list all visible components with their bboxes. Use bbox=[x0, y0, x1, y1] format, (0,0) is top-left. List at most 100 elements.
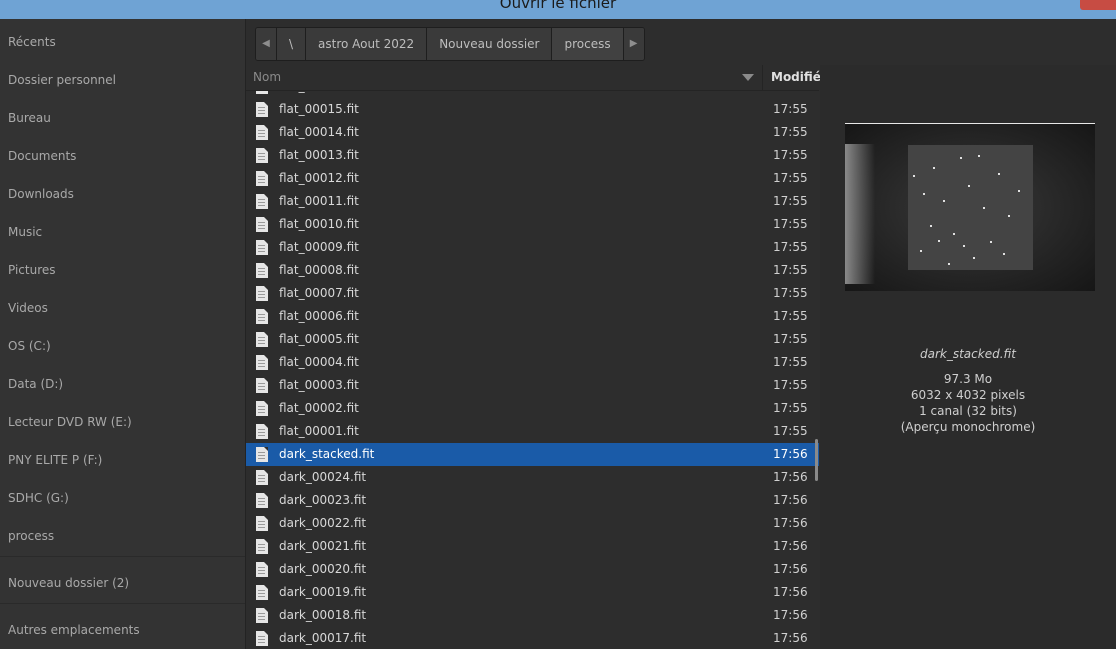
sidebar-item-documents[interactable]: Documents bbox=[8, 146, 76, 166]
sidebar-item-data-d[interactable]: Data (D:) bbox=[8, 374, 63, 394]
file-row[interactable]: flat_00004.fit 17:55 bbox=[246, 351, 819, 374]
file-icon bbox=[256, 102, 268, 117]
file-row[interactable]: dark_00022.fit 17:56 bbox=[246, 512, 819, 535]
sidebar-separator bbox=[0, 556, 245, 557]
file-modified-time: 17:56 bbox=[773, 493, 808, 507]
file-row[interactable]: flat_00012.fit 17:55 bbox=[246, 167, 819, 190]
file-name: dark_00018.fit bbox=[279, 608, 367, 622]
file-modified-time: 17:55 bbox=[773, 286, 808, 300]
file-row[interactable]: flat_00007.fit 17:55 bbox=[246, 282, 819, 305]
file-modified-time: 17:55 bbox=[773, 401, 808, 415]
file-name: flat_00007.fit bbox=[279, 286, 359, 300]
file-modified-time: 17:55 bbox=[773, 91, 808, 98]
preview-dimensions: 6032 x 4032 pixels bbox=[910, 388, 1026, 402]
file-row[interactable]: dark_00020.fit 17:56 bbox=[246, 558, 819, 581]
sidebar-item-os-c[interactable]: OS (C:) bbox=[8, 336, 51, 356]
sort-descending-icon bbox=[742, 74, 754, 81]
sidebar-item-process[interactable]: process bbox=[8, 526, 54, 546]
file-row[interactable]: dark_stacked.fit 17:56 bbox=[246, 443, 819, 466]
file-row[interactable]: flat_00009.fit 17:55 bbox=[246, 236, 819, 259]
file-name: dark_stacked.fit bbox=[279, 447, 375, 461]
file-row[interactable]: flat_00013.fit 17:55 bbox=[246, 144, 819, 167]
file-icon bbox=[256, 401, 268, 416]
file-modified-time: 17:55 bbox=[773, 424, 808, 438]
file-row[interactable]: flat_00003.fit 17:55 bbox=[246, 374, 819, 397]
file-browser: ◀ \ astro Aout 2022 Nouveau dossier proc… bbox=[246, 19, 1116, 649]
file-row[interactable]: flat_00002.fit 17:55 bbox=[246, 397, 819, 420]
preview-thumbnail bbox=[845, 123, 1095, 291]
file-list: flat_00016.fit17:55flat_00015.fit17:55fl… bbox=[246, 91, 819, 649]
title-bar: Ouvrir le fichier bbox=[0, 0, 1116, 19]
file-row[interactable]: flat_00001.fit 17:55 bbox=[246, 420, 819, 443]
path-root-button[interactable]: \ bbox=[277, 28, 307, 60]
file-row[interactable]: dark_00019.fit 17:56 bbox=[246, 581, 819, 604]
close-button[interactable] bbox=[1080, 0, 1116, 10]
file-icon bbox=[256, 332, 268, 347]
chevron-left-icon: ◀ bbox=[262, 38, 270, 49]
file-icon bbox=[256, 424, 268, 439]
file-icon bbox=[256, 516, 268, 531]
file-name: dark_00023.fit bbox=[279, 493, 367, 507]
sidebar-item-sdhc-g[interactable]: SDHC (G:) bbox=[8, 488, 69, 508]
file-modified-time: 17:55 bbox=[773, 378, 808, 392]
sidebar-item-nouveau-dossier-2[interactable]: Nouveau dossier (2) bbox=[8, 573, 129, 593]
file-row[interactable]: dark_00018.fit 17:56 bbox=[246, 604, 819, 627]
file-row[interactable]: flat_00005.fit 17:55 bbox=[246, 328, 819, 351]
file-icon bbox=[256, 585, 268, 600]
path-segment-astro[interactable]: astro Aout 2022 bbox=[306, 28, 428, 60]
file-modified-time: 17:56 bbox=[773, 585, 808, 599]
preview-filename: dark_stacked.fit bbox=[920, 347, 1016, 361]
file-row[interactable]: dark_00024.fit 17:56 bbox=[246, 466, 819, 489]
file-name: flat_00014.fit bbox=[279, 125, 359, 139]
file-name: flat_00008.fit bbox=[279, 263, 359, 277]
file-row[interactable]: flat_00016.fit 17:55 bbox=[246, 91, 819, 98]
file-icon bbox=[256, 539, 268, 554]
file-row[interactable]: dark_00023.fit 17:56 bbox=[246, 489, 819, 512]
path-forward-button[interactable]: ▶ bbox=[623, 28, 644, 60]
file-icon bbox=[256, 125, 268, 140]
window-title: Ouvrir le fichier bbox=[499, 0, 617, 12]
path-bar: ◀ \ astro Aout 2022 Nouveau dossier proc… bbox=[255, 27, 645, 61]
preview-mode: (Aperçu monochrome) bbox=[900, 420, 1036, 434]
file-name: dark_00022.fit bbox=[279, 516, 367, 530]
file-icon bbox=[256, 378, 268, 393]
path-back-button[interactable]: ◀ bbox=[256, 28, 277, 60]
list-scrollbar[interactable] bbox=[815, 439, 818, 481]
file-icon bbox=[256, 148, 268, 163]
sidebar-item-dossier-personnel[interactable]: Dossier personnel bbox=[8, 70, 116, 90]
path-segment-process[interactable]: process bbox=[552, 28, 624, 60]
file-row[interactable]: flat_00015.fit 17:55 bbox=[246, 98, 819, 121]
preview-size: 97.3 Mo bbox=[943, 372, 993, 386]
sidebar-item-downloads[interactable]: Downloads bbox=[8, 184, 74, 204]
column-modified-header[interactable]: Modifié bbox=[764, 65, 821, 90]
sidebar-item-bureau[interactable]: Bureau bbox=[8, 108, 51, 128]
sidebar-item-lecteur-dvd-rw-e[interactable]: Lecteur DVD RW (E:) bbox=[8, 412, 132, 432]
file-row[interactable]: flat_00011.fit 17:55 bbox=[246, 190, 819, 213]
file-modified-time: 17:55 bbox=[773, 148, 808, 162]
file-row[interactable]: flat_00006.fit 17:55 bbox=[246, 305, 819, 328]
sidebar-item-r-cents[interactable]: Récents bbox=[8, 32, 56, 52]
file-name: flat_00016.fit bbox=[279, 91, 359, 98]
sidebar-item-pictures[interactable]: Pictures bbox=[8, 260, 56, 280]
sidebar-item-music[interactable]: Music bbox=[8, 222, 42, 242]
file-row[interactable]: flat_00008.fit 17:55 bbox=[246, 259, 819, 282]
sidebar-separator bbox=[0, 603, 245, 604]
column-name-header[interactable]: Nom bbox=[246, 65, 763, 90]
file-icon bbox=[256, 240, 268, 255]
file-name: flat_00010.fit bbox=[279, 217, 359, 231]
file-row[interactable]: dark_00017.fit 17:56 bbox=[246, 627, 819, 649]
sidebar-item-pny-elite-p-f[interactable]: PNY ELITE P (F:) bbox=[8, 450, 102, 470]
sidebar-item-autres-emplacements[interactable]: Autres emplacements bbox=[8, 620, 140, 640]
file-name: flat_00006.fit bbox=[279, 309, 359, 323]
file-modified-time: 17:55 bbox=[773, 263, 808, 277]
file-modified-time: 17:55 bbox=[773, 125, 808, 139]
file-icon bbox=[256, 470, 268, 485]
path-segment-nouveau-dossier[interactable]: Nouveau dossier bbox=[427, 28, 553, 60]
file-row[interactable]: dark_00021.fit 17:56 bbox=[246, 535, 819, 558]
sidebar-item-videos[interactable]: Videos bbox=[8, 298, 48, 318]
file-row[interactable]: flat_00010.fit 17:55 bbox=[246, 213, 819, 236]
file-row[interactable]: flat_00014.fit 17:55 bbox=[246, 121, 819, 144]
file-modified-time: 17:56 bbox=[773, 608, 808, 622]
file-modified-time: 17:55 bbox=[773, 171, 808, 185]
file-icon bbox=[256, 355, 268, 370]
